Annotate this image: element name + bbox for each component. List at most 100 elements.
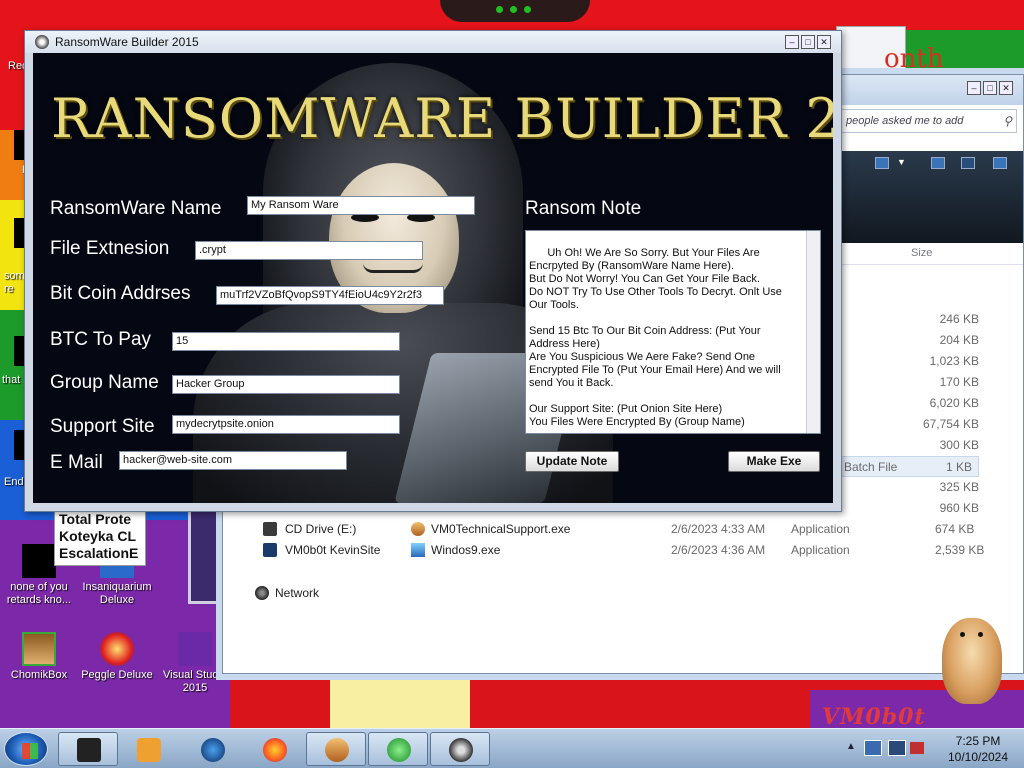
file-size: 204 KB: [939, 333, 979, 347]
maximize-icon[interactable]: □: [983, 81, 997, 95]
desktop-icon-visual-studio[interactable]: Visual Studio 2015: [158, 632, 232, 695]
application-icon: [411, 543, 425, 557]
explorer-search-input[interactable]: people asked me to add ⚲: [841, 109, 1017, 133]
nav-item-cd-drive[interactable]: CD Drive (E:): [285, 522, 356, 536]
wallpaper-collage: [330, 675, 470, 728]
label-support-site: Support Site: [50, 416, 155, 437]
hamster-eye: [960, 632, 965, 637]
taskbar-item-globe[interactable]: [182, 732, 242, 766]
file-row[interactable]: ion325 KB: [823, 477, 1023, 498]
taskbar: ▲ 7:25 PM 10/10/2024: [0, 728, 1024, 768]
file-size: 246 KB: [939, 312, 979, 326]
help-icon[interactable]: [993, 157, 1007, 169]
ransom-note-text: Uh Oh! We Are So Sorry. But Your Files A…: [529, 247, 782, 428]
explorer-window-buttons: – □ ✕: [965, 81, 1013, 95]
desktop-icon-label: ChomikBox: [10, 669, 68, 681]
preview-pane-icon[interactable]: [931, 157, 945, 169]
file-row[interactable]: 170 KB: [823, 372, 1023, 393]
email-input[interactable]: hacker@web-site.com: [119, 451, 347, 470]
tray-expand-icon[interactable]: ▲: [846, 741, 856, 752]
nav-item-kevinsite[interactable]: VM0b0t KevinSite: [285, 543, 380, 557]
label-ransomware-name: RansomWare Name: [50, 198, 222, 219]
note-scrollbar[interactable]: [806, 231, 820, 433]
label-bitcoin-address: Bit Coin Addrses: [50, 283, 191, 304]
file-row[interactable]: ion300 KB: [823, 435, 1023, 456]
file-size: 674 KB: [935, 522, 975, 536]
file-row[interactable]: VM0b0t KevinSite Windos9.exe 2/6/2023 4:…: [223, 540, 984, 561]
desktop-icon-peggle[interactable]: Peggle Deluxe: [80, 632, 154, 682]
nav-item-label: Network: [275, 586, 320, 600]
search-icon[interactable]: ⚲: [1003, 114, 1012, 128]
bitcoin-address-input[interactable]: muTrf2VZoBfQvopS9TY4fEioU4c9Y2r2f3: [216, 286, 444, 305]
desktop-icon-label-fragment[interactable]: som re: [4, 270, 26, 296]
ransomware-name-input[interactable]: My Ransom Ware: [247, 196, 475, 215]
file-row[interactable]: 1,023 KB: [823, 351, 1023, 372]
ransom-note-textarea[interactable]: Uh Oh! We Are So Sorry. But Your Files A…: [525, 230, 821, 434]
chevron-down-icon[interactable]: ▼: [897, 157, 906, 167]
ransomware-builder-window[interactable]: RansomWare Builder 2015 – □ ✕ RANSOMWARE B…: [24, 30, 842, 512]
search-placeholder: people asked me to add: [846, 115, 964, 127]
taskbar-item-ransomware-builder[interactable]: [430, 732, 490, 766]
file-row[interactable]: 960 KB: [823, 498, 1023, 519]
file-extension-input[interactable]: .crypt: [195, 241, 423, 260]
file-size: 1,023 KB: [929, 354, 979, 368]
file-size: 6,020 KB: [929, 396, 979, 410]
desktop-icon-label-fragment[interactable]: End: [4, 476, 24, 488]
details-pane-icon[interactable]: [961, 157, 975, 169]
file-row[interactable]: 6,020 KB: [823, 393, 1023, 414]
globe-icon: [201, 738, 225, 762]
file-row[interactable]: ion246 KB: [823, 309, 1023, 330]
taskbar-item-firefox[interactable]: [244, 732, 304, 766]
green-dot: [496, 6, 503, 13]
system-tray[interactable]: [858, 734, 930, 764]
app-heading: RANSOMWARE BUILDER 2015: [51, 87, 833, 150]
file-row-selected[interactable]: Batch File 1 KB: [829, 456, 979, 477]
file-row[interactable]: ion67,754 KB: [823, 414, 1023, 435]
green-dot: [510, 6, 517, 13]
taskbar-item-green-app[interactable]: [368, 732, 428, 766]
close-icon[interactable]: ✕: [817, 35, 831, 49]
btc-to-pay-input[interactable]: 15: [172, 332, 400, 351]
file-row[interactable]: CD Drive (E:) VM0TechnicalSupport.exe 2/…: [223, 519, 983, 540]
file-row[interactable]: 204 KB: [823, 330, 1023, 351]
minimize-icon[interactable]: –: [967, 81, 981, 95]
file-size: 170 KB: [939, 375, 979, 389]
group-name-input[interactable]: Hacker Group: [172, 375, 400, 394]
windows-logo-icon: [22, 743, 38, 759]
maximize-icon[interactable]: □: [801, 35, 815, 49]
label-email: E Mail: [50, 452, 103, 473]
minimize-icon[interactable]: –: [785, 35, 799, 49]
file-size: 67,754 KB: [922, 417, 979, 431]
window-titlebar[interactable]: RansomWare Builder 2015 – □ ✕: [25, 31, 841, 53]
taskbar-item-media[interactable]: [118, 732, 178, 766]
taskbar-item-support[interactable]: [306, 732, 366, 766]
taskbar-item-explorer[interactable]: [58, 732, 118, 766]
clock-date: 10/10/2024: [947, 750, 1009, 764]
folder-dark-icon: [77, 738, 101, 762]
update-note-button[interactable]: Update Note: [525, 451, 619, 472]
file-date: 2/6/2023 4:36 AM: [671, 543, 766, 557]
file-size: 300 KB: [939, 438, 979, 452]
window-buttons: – □ ✕: [783, 35, 831, 49]
alert-tray-icon[interactable]: [910, 742, 924, 754]
antivirus-promo-window[interactable]: Total Prote Koteyka CL EscalationE: [54, 508, 146, 566]
chomikbox-icon: [22, 632, 56, 666]
volume-tray-icon[interactable]: [888, 740, 906, 756]
file-type: Batch File: [844, 460, 898, 474]
drive-icon: [263, 543, 277, 557]
file-icon: [22, 544, 56, 578]
view-icon[interactable]: [875, 157, 889, 169]
support-site-input[interactable]: mydecrytpsite.onion: [172, 415, 400, 434]
close-icon[interactable]: ✕: [999, 81, 1013, 95]
network-tray-icon[interactable]: [864, 740, 882, 756]
column-header-size[interactable]: Size: [911, 247, 932, 259]
clock-time: 7:25 PM: [955, 734, 1001, 748]
vm0b0t-watermark: VM0b0t: [822, 704, 926, 728]
start-button[interactable]: [4, 732, 48, 766]
make-exe-button[interactable]: Make Exe: [728, 451, 820, 472]
desktop-icon-label-fragment[interactable]: that: [2, 374, 20, 386]
taskbar-clock[interactable]: 7:25 PM 10/10/2024: [936, 733, 1020, 765]
mask-mouth: [363, 263, 423, 273]
nav-item-network[interactable]: Network: [223, 583, 423, 604]
desktop-icon-chomikbox[interactable]: ChomikBox: [2, 632, 76, 682]
